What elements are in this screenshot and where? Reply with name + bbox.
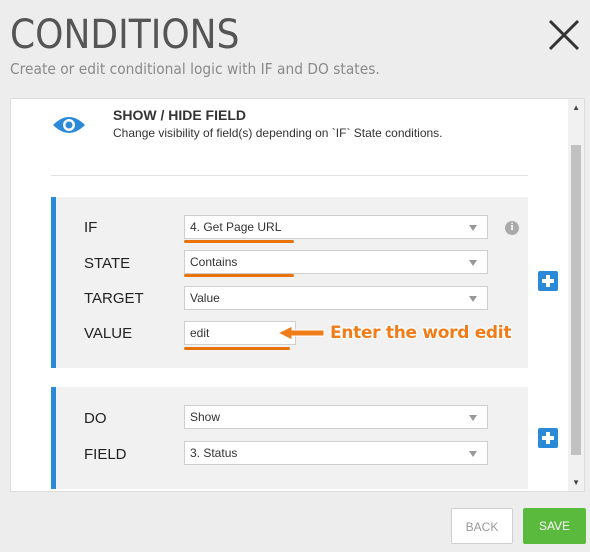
- save-button[interactable]: SAVE: [523, 508, 586, 544]
- if-field-value: 4. Get Page URL: [190, 220, 282, 234]
- condition-type-description: Change visibility of field(s) depending …: [113, 126, 443, 140]
- highlight-underline: [184, 347, 290, 350]
- if-label: IF: [84, 219, 98, 236]
- back-button[interactable]: BACK: [451, 508, 513, 544]
- dialog-title: CONDITIONS: [10, 12, 240, 58]
- chevron-down-icon: [469, 296, 477, 302]
- state-value: Contains: [190, 255, 238, 269]
- info-icon[interactable]: i: [505, 221, 519, 235]
- value-label: VALUE: [84, 325, 133, 342]
- chevron-down-icon: [469, 225, 477, 231]
- scrollbar-thumb[interactable]: [571, 145, 581, 455]
- highlight-underline: [184, 240, 294, 243]
- condition-type-title: SHOW / HIDE FIELD: [113, 107, 246, 123]
- arrow-left-icon: [276, 325, 325, 341]
- scrollbar[interactable]: ▲ ▼: [568, 99, 584, 491]
- do-block: DO Show FIELD 3. Status: [51, 387, 558, 489]
- do-label: DO: [84, 410, 107, 427]
- do-action-value: Show: [190, 410, 221, 424]
- if-field-select[interactable]: 4. Get Page URL: [184, 215, 488, 239]
- target-value: Value: [190, 291, 220, 305]
- add-condition-icon[interactable]: [538, 271, 558, 291]
- do-field-value: 3. Status: [190, 446, 238, 460]
- chevron-down-icon: [469, 451, 477, 457]
- divider: [51, 175, 528, 176]
- scroll-down-icon[interactable]: ▼: [572, 478, 580, 487]
- dialog-subtitle: Create or edit conditional logic with IF…: [10, 60, 380, 78]
- chevron-down-icon: [469, 415, 477, 421]
- field-label: FIELD: [84, 446, 127, 463]
- state-select[interactable]: Contains: [184, 250, 488, 274]
- do-field-select[interactable]: 3. Status: [184, 441, 488, 465]
- highlight-underline: [184, 274, 294, 277]
- add-action-icon[interactable]: [538, 428, 558, 448]
- target-select[interactable]: Value: [184, 286, 488, 310]
- close-icon[interactable]: [547, 18, 581, 52]
- conditions-panel: SHOW / HIDE FIELD Change visibility of f…: [10, 98, 585, 492]
- value-text: edit: [190, 326, 210, 340]
- chevron-down-icon: [469, 260, 477, 266]
- annotation-callout: Enter the word edit: [330, 323, 512, 343]
- target-label: TARGET: [84, 290, 144, 307]
- do-action-select[interactable]: Show: [184, 405, 488, 429]
- scroll-up-icon[interactable]: ▲: [572, 103, 580, 112]
- eye-icon: [53, 117, 85, 133]
- state-label: STATE: [84, 255, 131, 272]
